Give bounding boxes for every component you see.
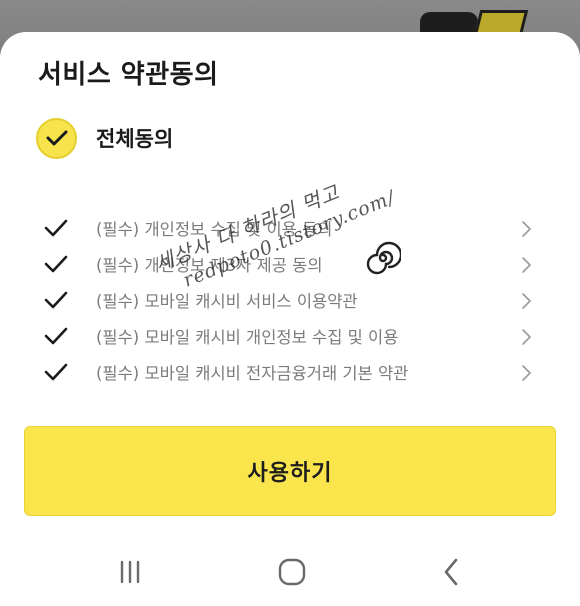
term-item-service-terms[interactable]: (필수) 모바일 캐시비 서비스 이용약관 [0, 282, 580, 318]
chevron-right-icon[interactable] [519, 364, 533, 382]
check-icon [44, 291, 68, 309]
term-label: (필수) 모바일 캐시비 서비스 이용약관 [96, 292, 358, 311]
back-icon[interactable] [432, 554, 472, 590]
check-icon [44, 363, 68, 381]
term-item-third-party[interactable]: (필수) 개인정보 제3자 제공 동의 [0, 246, 580, 282]
check-circle-icon [36, 117, 77, 159]
check-icon [44, 255, 68, 273]
android-navigation-bar [0, 540, 580, 606]
term-label: (필수) 모바일 캐시비 전자금융거래 기본 약관 [96, 364, 409, 383]
chevron-right-icon[interactable] [519, 256, 533, 274]
term-label: (필수) 개인정보 수집 및 이용 동의 [96, 220, 333, 239]
check-icon [44, 327, 68, 345]
chevron-right-icon[interactable] [519, 220, 533, 238]
term-item-cashbee-privacy[interactable]: (필수) 모바일 캐시비 개인정보 수집 및 이용 [0, 318, 580, 354]
use-button-label: 사용하기 [247, 461, 333, 486]
use-button[interactable]: 사용하기 [24, 426, 556, 516]
chevron-right-icon[interactable] [519, 292, 533, 310]
check-icon [44, 219, 68, 237]
agree-all-label: 전체동의 [96, 127, 174, 151]
home-icon[interactable] [272, 554, 312, 590]
term-item-electronic-finance[interactable]: (필수) 모바일 캐시비 전자금융거래 기본 약관 [0, 354, 580, 390]
term-item-privacy-collection[interactable]: (필수) 개인정보 수집 및 이용 동의 [0, 210, 580, 246]
chevron-right-icon[interactable] [519, 328, 533, 346]
dialog-title: 서비스 약관동의 [38, 60, 219, 90]
recent-apps-icon[interactable] [110, 554, 150, 590]
agree-all-checkbox[interactable]: 전체동의 [36, 117, 336, 159]
term-label: (필수) 모바일 캐시비 개인정보 수집 및 이용 [96, 328, 399, 347]
term-label: (필수) 개인정보 제3자 제공 동의 [96, 256, 323, 275]
